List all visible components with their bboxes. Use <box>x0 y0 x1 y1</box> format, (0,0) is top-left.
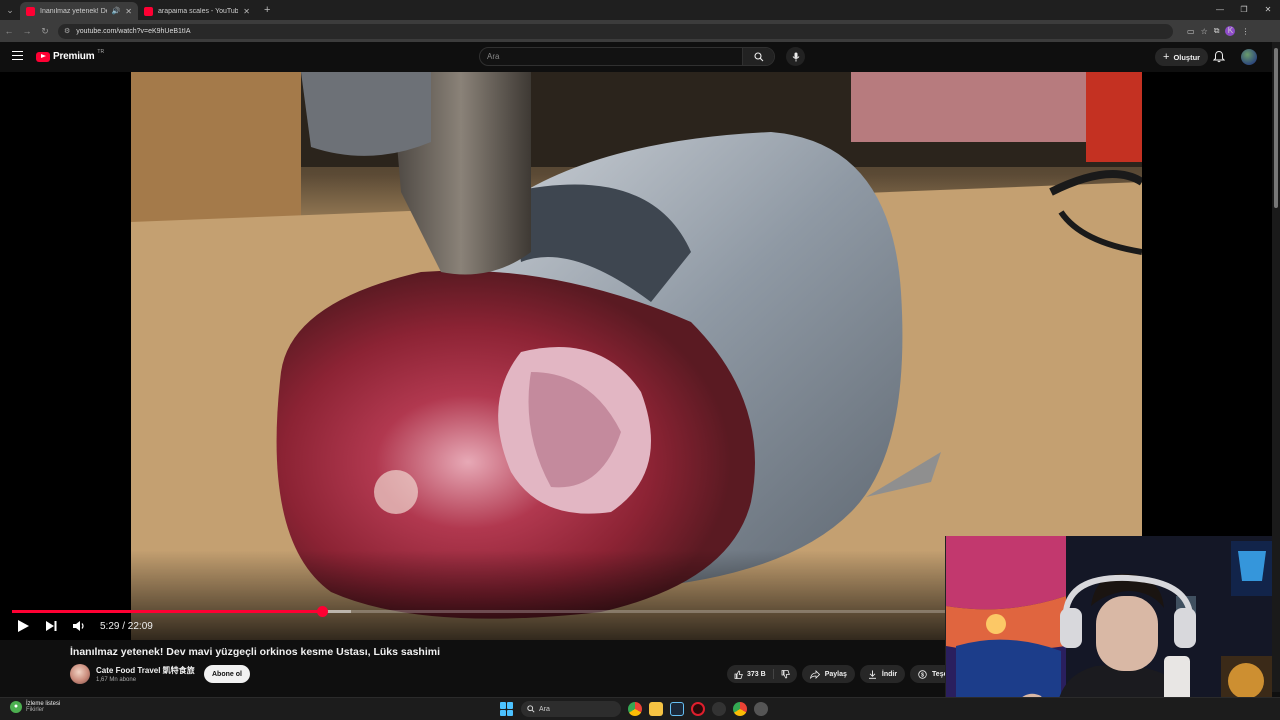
video-title: İnanılmaz yetenek! Dev mavi yüzgeçli ork… <box>70 646 440 658</box>
like-button[interactable]: 373 B <box>727 665 773 683</box>
taskbar-search[interactable]: Ara <box>521 701 621 717</box>
svg-text:$: $ <box>921 672 924 678</box>
minimize-icon[interactable]: — <box>1208 0 1232 20</box>
webcam-overlay <box>945 536 1272 720</box>
windows-start-icon[interactable] <box>500 702 514 716</box>
subscribe-button[interactable]: Abone ol <box>204 665 250 683</box>
mic-icon <box>792 52 799 61</box>
browser-tab-inactive[interactable]: arapaima scales - YouTube ✕ <box>138 2 256 20</box>
profile-avatar[interactable]: K <box>1225 26 1236 36</box>
restore-icon[interactable]: ❐ <box>1232 0 1256 20</box>
search-icon <box>527 705 535 713</box>
share-button[interactable]: Paylaş <box>801 665 855 683</box>
time-display: 5:29 / 22:09 <box>100 620 153 632</box>
menu-icon[interactable] <box>12 51 23 60</box>
url-text: youtube.com/watch?v=eK9hUeB1tIA <box>76 27 191 35</box>
dislike-icon <box>781 669 790 678</box>
file-explorer-icon[interactable] <box>649 702 663 716</box>
tab-title: arapaima scales - YouTube <box>158 7 239 15</box>
back-icon[interactable]: ← <box>0 26 18 36</box>
watchlist-subtitle: Fikirler <box>26 707 44 713</box>
taskbar-search-label: Ara <box>539 705 550 713</box>
page-scrollbar[interactable] <box>1272 42 1280 692</box>
site-info-icon[interactable]: ⚙ <box>64 27 70 35</box>
chrome-profile-app-icon[interactable] <box>733 702 747 716</box>
youtube-premium-logo[interactable]: Premium TR <box>36 48 105 62</box>
create-label: Oluştur <box>1173 52 1201 62</box>
share-icon <box>809 669 820 679</box>
search-box <box>479 47 775 66</box>
download-button[interactable]: İndir <box>859 665 906 683</box>
streamer-webcam-image <box>946 536 1272 720</box>
play-icon[interactable] <box>16 619 30 633</box>
logo-country-code: TR <box>97 48 105 55</box>
like-icon <box>734 670 743 679</box>
cast-icon[interactable]: ▭ <box>1187 27 1195 36</box>
extensions-icon[interactable]: ⧉ <box>1214 26 1220 36</box>
channel-avatar[interactable] <box>70 664 90 684</box>
steam-icon[interactable] <box>670 702 684 716</box>
tab-title: İnanılmaz yetenek! Dev mavi yüzgeçli ork… <box>40 7 107 15</box>
video-actions: 373 B Paylaş İndir $ Teşekk <box>727 665 964 683</box>
tab-search-button[interactable]: ⌄ <box>0 0 20 20</box>
search-button[interactable] <box>742 48 774 65</box>
bell-icon[interactable] <box>1213 50 1225 63</box>
windows-taskbar: ● İzleme listesi Fikirler Ara <box>0 697 1280 720</box>
tab-close-icon[interactable]: ✕ <box>125 7 132 16</box>
youtube-header: Premium TR + Oluştur <box>0 42 1280 72</box>
account-avatar[interactable] <box>1241 49 1257 65</box>
like-count: 373 B <box>747 670 766 678</box>
subscriber-count: 1,67 Mn abone <box>96 677 137 683</box>
close-window-icon[interactable]: ✕ <box>1256 0 1280 20</box>
watchlist-widget[interactable]: ● İzleme listesi Fikirler <box>10 701 60 713</box>
youtube-logo-icon <box>36 51 50 62</box>
played-bar <box>12 610 322 613</box>
settings-icon[interactable] <box>754 702 768 716</box>
like-dislike-group: 373 B <box>727 665 797 683</box>
chatgpt-icon[interactable] <box>712 702 726 716</box>
tab-audio-icon[interactable]: 🔊 <box>112 7 121 15</box>
tab-close-icon[interactable]: ✕ <box>243 7 250 16</box>
scrollbar-thumb[interactable] <box>1274 48 1278 208</box>
bookmark-star-icon[interactable]: ☆ <box>1201 27 1208 36</box>
chrome-app-icon[interactable] <box>628 702 642 716</box>
taskbar-apps: Ara <box>500 701 768 717</box>
player-control-bar: 5:29 / 22:09 <box>16 616 153 636</box>
dislike-button[interactable] <box>774 665 797 683</box>
scrubber-handle[interactable] <box>316 606 328 617</box>
address-bar[interactable]: ⚙ youtube.com/watch?v=eK9hUeB1tIA <box>58 23 1173 39</box>
browser-toolbar: ← → ↻ ⚙ youtube.com/watch?v=eK9hUeB1tIA … <box>0 20 1280 42</box>
download-icon <box>868 670 876 679</box>
browser-tab-active[interactable]: İnanılmaz yetenek! Dev mavi yüzgeçli ork… <box>20 2 138 20</box>
youtube-favicon-icon <box>144 6 153 16</box>
window-controls: — ❐ ✕ <box>1208 0 1280 20</box>
channel-name[interactable]: Cate Food Travel 凱特食旅 <box>96 665 195 676</box>
share-label: Paylaş <box>824 670 847 678</box>
volume-icon[interactable] <box>72 619 86 633</box>
logo-text: Premium <box>53 51 95 62</box>
youtube-favicon-icon <box>26 6 35 16</box>
watchlist-icon: ● <box>10 701 22 713</box>
create-button[interactable]: + Oluştur <box>1155 48 1209 66</box>
browser-tab-strip: ⌄ İnanılmaz yetenek! Dev mavi yüzgeçli o… <box>0 0 1280 20</box>
search-icon <box>753 51 763 61</box>
plus-icon: + <box>1163 51 1170 63</box>
new-tab-button[interactable]: + <box>264 4 270 16</box>
next-icon[interactable] <box>44 619 58 633</box>
thanks-icon: $ <box>918 669 927 679</box>
forward-icon[interactable]: → <box>18 26 36 36</box>
reload-icon[interactable]: ↻ <box>36 26 54 37</box>
voice-search-button[interactable] <box>786 47 805 66</box>
browser-menu-icon[interactable]: ⋮ <box>1241 27 1249 36</box>
opera-icon[interactable] <box>691 702 705 716</box>
search-input[interactable] <box>480 48 742 65</box>
download-label: İndir <box>881 670 898 678</box>
